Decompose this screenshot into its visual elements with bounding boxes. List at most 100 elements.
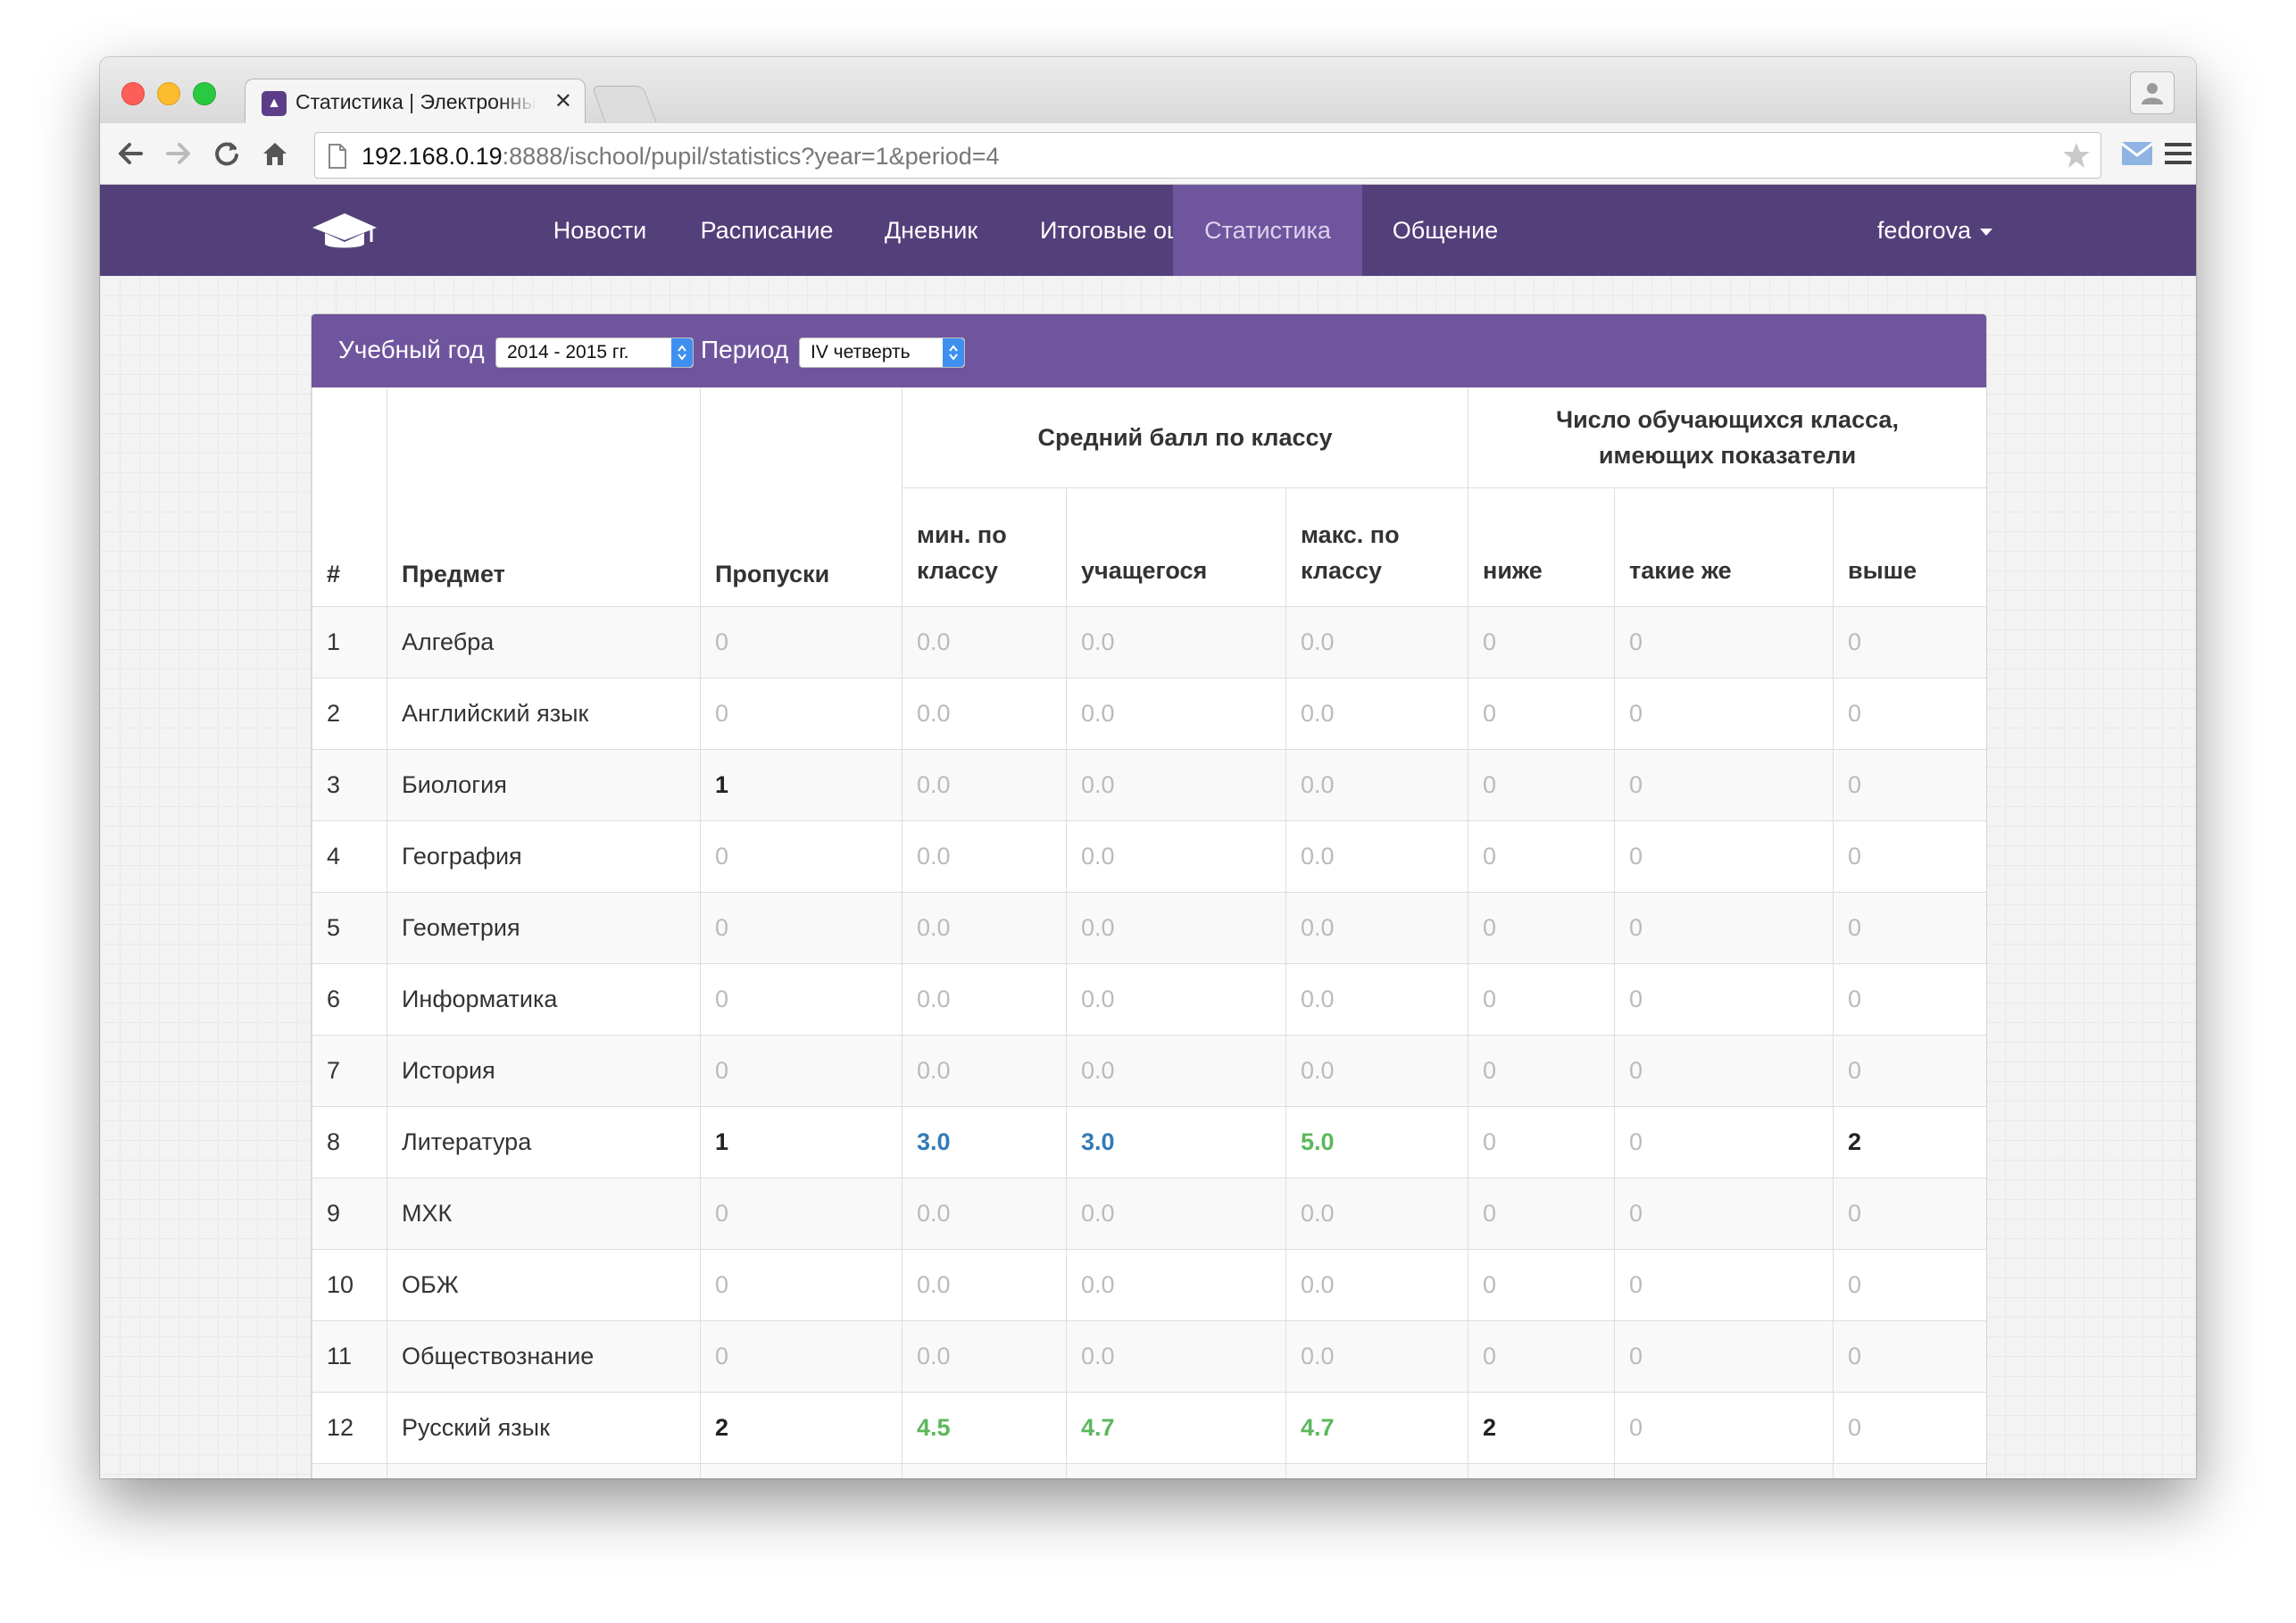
same-count: 0	[1614, 1320, 1834, 1393]
close-window-button[interactable]	[121, 82, 145, 105]
row-number: 12	[312, 1392, 387, 1464]
lower-count: 0	[1468, 678, 1616, 750]
higher-count: 0	[1833, 892, 1986, 964]
new-tab-button[interactable]	[591, 86, 657, 122]
url-text: 192.168.0.19:8888/ischool/pupil/statisti…	[362, 143, 1000, 171]
nav-schedule[interactable]: Расписание	[682, 185, 852, 276]
table-row: 12 Русский язык 2 4.5 4.7 4.7 2 0 0	[312, 1392, 1986, 1464]
min-class: 0.0	[902, 963, 1067, 1036]
row-number: 10	[312, 1249, 387, 1321]
tab-title: Статистика | Электронный	[295, 90, 537, 113]
mail-icon[interactable]	[2121, 141, 2153, 166]
graduation-cap-logo-icon[interactable]	[311, 210, 379, 253]
header-count-group: Число обучающихся класса, имеющих показат…	[1468, 387, 1986, 488]
student-avg: 0.0	[1066, 963, 1286, 1036]
profile-button[interactable]	[2130, 71, 2175, 114]
period-select[interactable]: IV четверть	[799, 337, 965, 368]
max-class: 0.0	[1285, 1178, 1469, 1250]
absences: 1	[700, 749, 903, 821]
bookmark-star-icon[interactable]	[2061, 140, 2092, 171]
min-class: 0.0	[902, 1320, 1067, 1393]
student-avg: 0.0	[1066, 1249, 1286, 1321]
student-avg: 4.7	[1066, 1392, 1286, 1464]
table-row: 3 Биология 1 0.0 0.0 0.0 0 0 0	[312, 749, 1986, 821]
address-bar[interactable]: 192.168.0.19:8888/ischool/pupil/statisti…	[314, 132, 2101, 179]
tab-close-icon[interactable]: ✕	[554, 88, 572, 114]
row-number: 2	[312, 678, 387, 750]
year-select[interactable]: 2014 - 2015 гг.	[495, 337, 694, 368]
min-class: 0.0	[902, 1035, 1067, 1107]
subject-name: Обществознание	[387, 1320, 701, 1393]
absences: 0	[700, 963, 903, 1036]
same-count: 0	[1614, 1035, 1834, 1107]
page-icon	[329, 144, 346, 169]
home-icon[interactable]	[259, 137, 291, 170]
select-arrows-icon	[671, 338, 693, 367]
higher-count: 0	[1833, 678, 1986, 750]
back-arrow-icon[interactable]	[114, 137, 146, 170]
nav-news[interactable]: Новости	[528, 185, 671, 276]
same-count: 0	[1614, 1463, 1834, 1478]
browser-tab[interactable]: ▲ Статистика | Электронный ✕	[245, 79, 586, 126]
higher-count: 0	[1833, 1178, 1986, 1250]
same-count: 0	[1614, 1392, 1834, 1464]
higher-count: 0	[1833, 963, 1986, 1036]
table-row: 2 Английский язык 0 0.0 0.0 0.0 0 0 0	[312, 678, 1986, 750]
user-menu-dropdown[interactable]: fedorova	[1877, 185, 1992, 276]
min-class: 0.0	[902, 1178, 1067, 1250]
row-number: 11	[312, 1320, 387, 1393]
table-row: 11 Обществознание 0 0.0 0.0 0.0 0 0 0	[312, 1320, 1986, 1393]
absences: 2	[700, 1392, 903, 1464]
subject-name: Английский язык	[387, 678, 701, 750]
lower-count: 0	[1468, 892, 1616, 964]
header-max-class: макс. по классу	[1285, 487, 1469, 607]
min-class: 0.0	[902, 1463, 1067, 1478]
nav-diary[interactable]: Дневник	[864, 185, 998, 276]
absences: 0	[700, 820, 903, 893]
header-subject: Предмет	[387, 387, 701, 607]
table-row: 13Технология00.00.00.0000	[312, 1463, 1986, 1478]
same-count: 0	[1614, 1178, 1834, 1250]
higher-count: 0	[1833, 1320, 1986, 1393]
reload-icon[interactable]	[211, 137, 243, 170]
page-content: Учебный год 2014 - 2015 гг. Период IV че…	[100, 276, 2196, 1478]
header-number: #	[312, 387, 387, 607]
same-count: 0	[1614, 606, 1834, 678]
same-count: 0	[1614, 820, 1834, 893]
row-number: 3	[312, 749, 387, 821]
subject-name: МХК	[387, 1178, 701, 1250]
min-class: 4.5	[902, 1392, 1067, 1464]
zoom-window-button[interactable]	[193, 82, 216, 105]
graduation-cap-favicon-icon: ▲	[262, 91, 287, 116]
nav-communication[interactable]: Общение	[1362, 185, 1528, 276]
table-row: 8 Литература 1 3.0 3.0 5.0 0 0 2	[312, 1106, 1986, 1178]
student-avg: 0.0	[1066, 1463, 1286, 1478]
minimize-window-button[interactable]	[157, 82, 180, 105]
row-number: 9	[312, 1178, 387, 1250]
filter-bar: Учебный год 2014 - 2015 гг. Период IV че…	[312, 314, 1986, 387]
subject-name: Алгебра	[387, 606, 701, 678]
student-avg: 0.0	[1066, 892, 1286, 964]
same-count: 0	[1614, 749, 1834, 821]
max-class: 0.0	[1285, 1463, 1469, 1478]
min-class: 0.0	[902, 820, 1067, 893]
min-class: 0.0	[902, 892, 1067, 964]
table-row: 1 Алгебра 0 0.0 0.0 0.0 0 0 0	[312, 606, 1986, 678]
table-row: 10 ОБЖ 0 0.0 0.0 0.0 0 0 0	[312, 1249, 1986, 1321]
table-row: 6 Информатика 0 0.0 0.0 0.0 0 0 0	[312, 963, 1986, 1036]
select-arrows-icon	[943, 338, 964, 367]
student-avg: 0.0	[1066, 1035, 1286, 1107]
hamburger-menu-icon[interactable]	[2164, 141, 2192, 166]
subject-name: Русский язык	[387, 1392, 701, 1464]
min-class: 0.0	[902, 678, 1067, 750]
forward-arrow-icon[interactable]	[162, 137, 195, 170]
row-number: 8	[312, 1106, 387, 1178]
absences: 0	[700, 892, 903, 964]
absences: 0	[700, 606, 903, 678]
absences: 0	[700, 1320, 903, 1393]
min-class: 0.0	[902, 749, 1067, 821]
max-class: 0.0	[1285, 678, 1469, 750]
row-number: 1	[312, 606, 387, 678]
lower-count: 2	[1468, 1392, 1616, 1464]
nav-statistics[interactable]: Статистика	[1173, 185, 1362, 276]
